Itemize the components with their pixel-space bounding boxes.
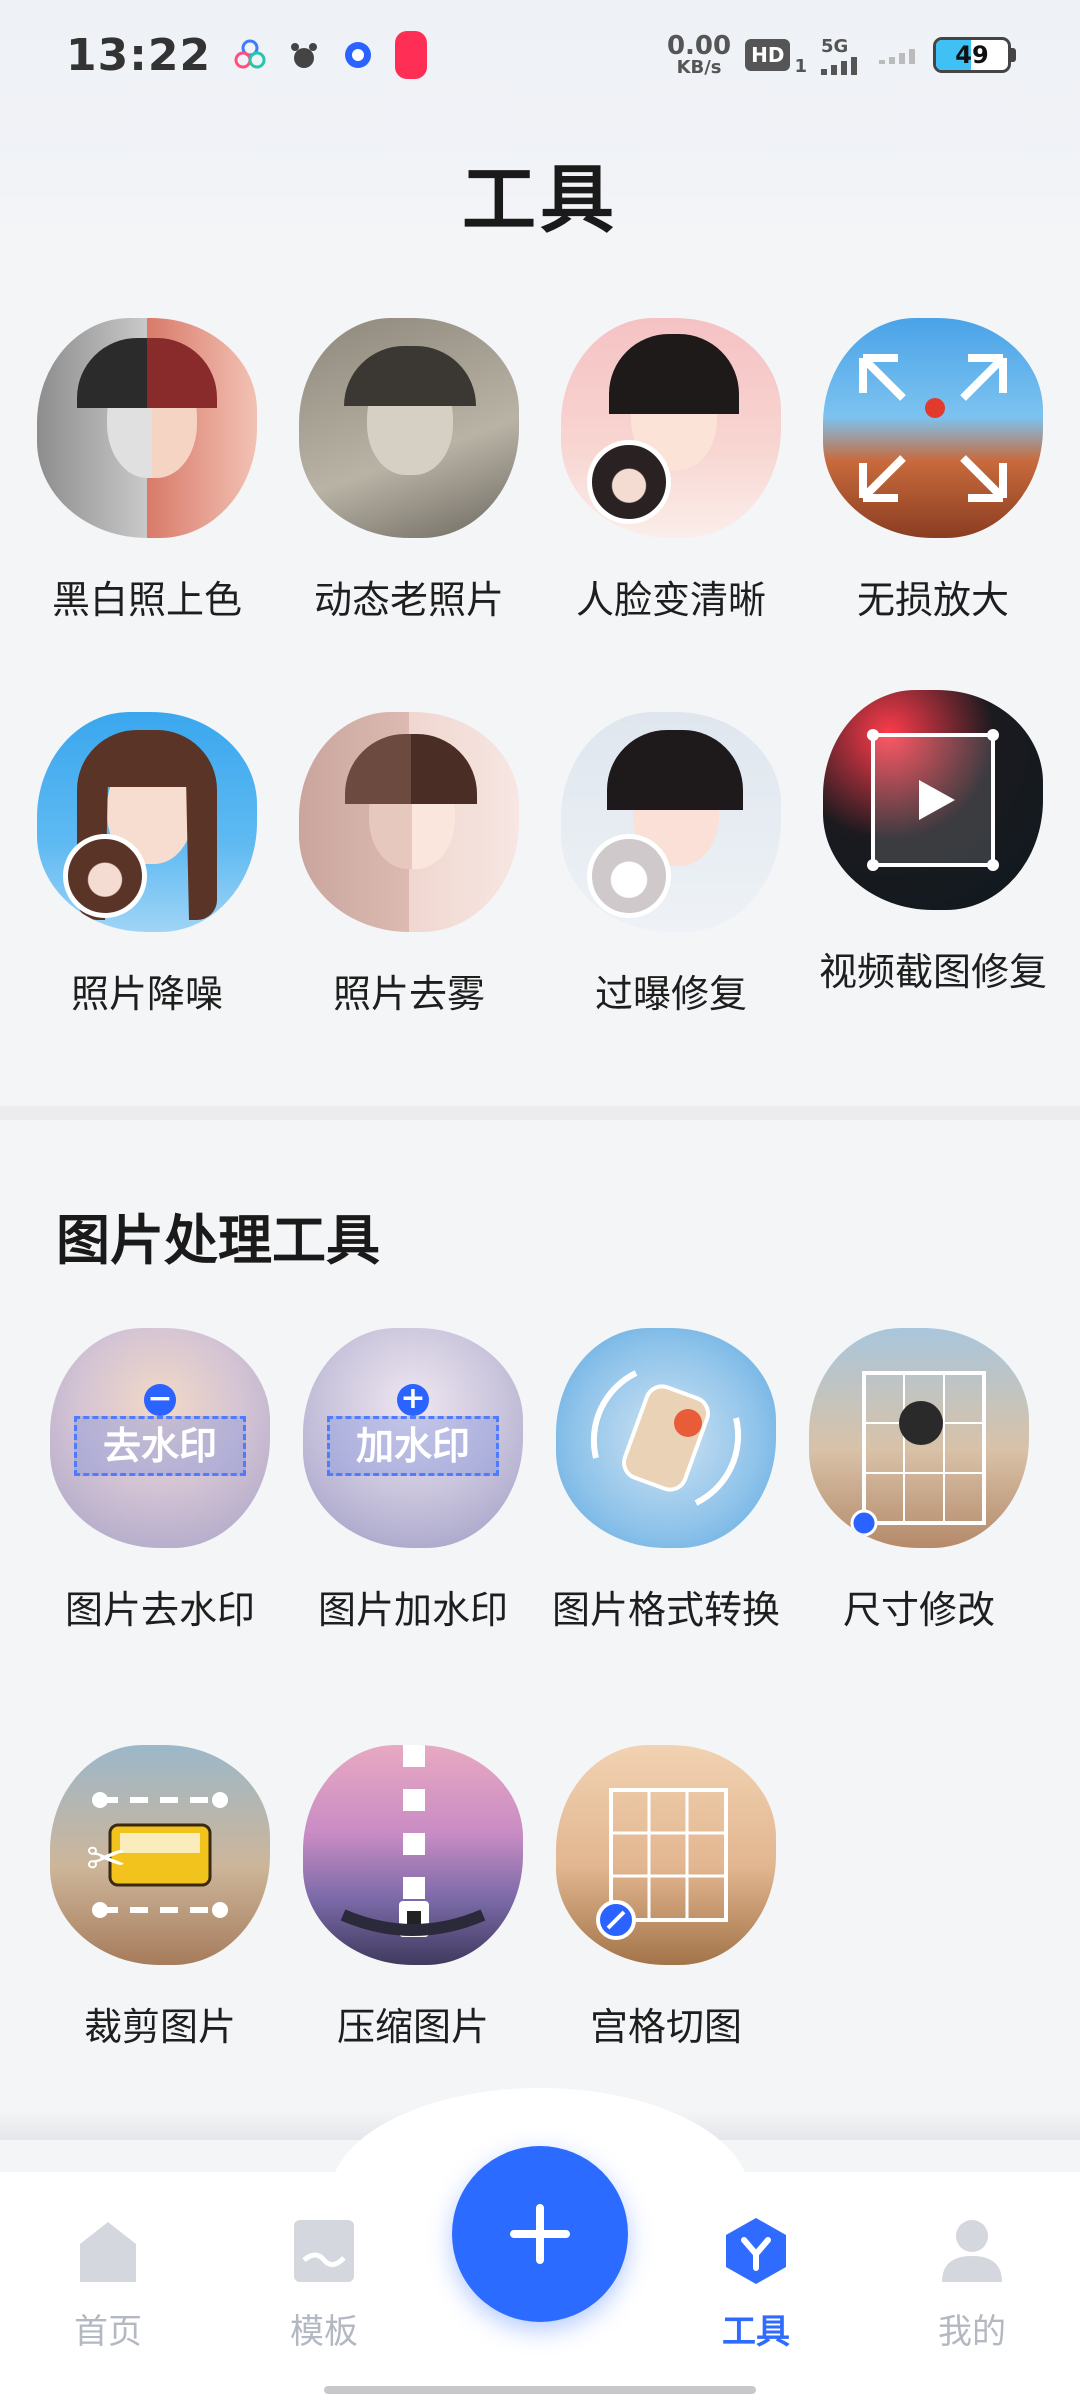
tool-overexposure[interactable]: 过曝修复	[541, 712, 801, 1018]
flower-app-icon	[234, 39, 266, 69]
watermark-overlay: 加水印	[327, 1416, 499, 1476]
network-type: 5G	[821, 35, 849, 57]
animate-photo-thumbnail	[299, 318, 519, 538]
tool-label: 尺寸修改	[842, 1588, 995, 1632]
signal-icon	[821, 56, 857, 75]
tool-colorize[interactable]: 黑白照上色	[17, 318, 277, 624]
remove-watermark-thumbnail: 去水印 −	[50, 1328, 270, 1548]
tool-remove-watermark[interactable]: 去水印 − 图片去水印	[30, 1328, 290, 1634]
tools-icon	[726, 2218, 786, 2284]
status-time: 13:22	[66, 29, 212, 81]
plus-icon	[510, 2204, 570, 2264]
add-watermark-thumbnail: 加水印 +	[303, 1328, 523, 1548]
screen-record-icon	[395, 31, 428, 79]
watermark-overlay: 去水印	[74, 1416, 246, 1476]
paw-app-icon	[291, 43, 318, 68]
tool-video-frame[interactable]: 视频截图修复	[803, 690, 1063, 996]
convert-arrows-icon	[590, 1370, 742, 1506]
video-crop-frame-icon	[867, 729, 999, 871]
template-icon	[294, 2220, 354, 2282]
nav-item-template[interactable]: 模板	[244, 2216, 404, 2353]
tool-label: 宫格切图	[589, 2005, 742, 2049]
home-icon	[80, 2222, 136, 2282]
tool-animate-photo[interactable]: 动态老照片	[279, 318, 539, 624]
minus-icon: −	[144, 1384, 176, 1416]
before-preview-badge	[63, 834, 147, 918]
tool-label: 视频截图修复	[818, 950, 1047, 994]
tool-label: 裁剪图片	[83, 2005, 236, 2049]
tool-add-watermark[interactable]: 加水印 + 图片加水印	[283, 1328, 543, 1634]
create-fab-button[interactable]	[452, 2146, 628, 2322]
tool-label: 照片去雾	[332, 972, 485, 1016]
tool-label: 图片去水印	[64, 1588, 255, 1632]
video-frame-thumbnail	[823, 690, 1043, 910]
upscale-thumbnail	[823, 318, 1043, 538]
nav-item-home[interactable]: 首页	[28, 2216, 188, 2353]
signal-group: 5G	[821, 36, 865, 75]
profile-icon	[942, 2220, 1002, 2282]
colorize-thumbnail	[37, 318, 257, 538]
tool-label: 无损放大	[856, 578, 1009, 622]
tool-label: 动态老照片	[313, 578, 504, 622]
before-preview-badge	[587, 440, 671, 524]
status-bar: 13:22 0.00 KB/s HD 1 5G 49	[0, 0, 1080, 110]
tool-label: 人脸变清晰	[575, 578, 766, 622]
denoise-thumbnail	[37, 712, 257, 932]
overexposure-thumbnail	[561, 712, 781, 932]
format-convert-thumbnail	[556, 1328, 776, 1548]
section-title: 图片处理工具	[56, 1209, 380, 1272]
tool-label: 图片加水印	[317, 1588, 508, 1632]
network-speed: 0.00 KB/s	[667, 33, 731, 77]
tool-compress[interactable]: 压缩图片	[283, 1745, 543, 2051]
home-indicator[interactable]	[324, 2386, 756, 2394]
resize-thumbnail	[809, 1328, 1029, 1548]
zipper-icon	[340, 1745, 486, 1937]
crop-thumbnail: ✂	[50, 1745, 270, 1965]
plus-badge-icon: +	[397, 1384, 429, 1416]
battery-nub	[1011, 48, 1016, 62]
before-preview-badge	[587, 834, 671, 918]
crop-frame-icon: ✂	[86, 1792, 228, 1918]
svg-text:✂: ✂	[86, 1831, 126, 1887]
system-indicators: 0.00 KB/s HD 1 5G 49	[667, 33, 1016, 77]
tool-crop[interactable]: ✂ 裁剪图片	[30, 1745, 290, 2051]
battery-icon: 49	[933, 37, 1011, 73]
battery-level: 49	[955, 41, 989, 69]
tool-label: 黑白照上色	[51, 578, 242, 622]
nav-label: 首页	[74, 2312, 142, 2352]
hd-sim-number: 1	[794, 56, 807, 77]
signal-2-icon	[879, 49, 915, 64]
expand-arrows-icon	[859, 354, 1007, 502]
hd-voice-badge: HD	[745, 39, 791, 71]
grid-cut-thumbnail	[556, 1745, 776, 1965]
tool-grid-cut[interactable]: 宫格切图	[536, 1745, 796, 2051]
tool-resize[interactable]: 尺寸修改	[789, 1328, 1049, 1634]
section-divider	[0, 1106, 1080, 1120]
compress-thumbnail	[303, 1745, 523, 1965]
face-enhance-thumbnail	[561, 318, 781, 538]
dehaze-thumbnail	[299, 712, 519, 932]
notification-icons	[233, 31, 428, 79]
tool-face-enhance[interactable]: 人脸变清晰	[541, 318, 801, 624]
nav-item-tools[interactable]: 工具	[676, 2216, 836, 2353]
battery-indicator: 49	[933, 37, 1016, 73]
tool-denoise[interactable]: 照片降噪	[17, 712, 277, 1018]
network-speed-unit: KB/s	[676, 57, 722, 78]
page-title: 工具	[462, 157, 618, 243]
tool-label: 图片格式转换	[551, 1588, 780, 1632]
resize-frame-icon	[850, 1371, 986, 1537]
nav-item-profile[interactable]: 我的	[892, 2216, 1052, 2353]
nav-label: 我的	[938, 2312, 1006, 2352]
tool-label: 过曝修复	[594, 972, 747, 1016]
tool-dehaze[interactable]: 照片去雾	[279, 712, 539, 1018]
tool-format-convert[interactable]: 图片格式转换	[536, 1328, 796, 1634]
nav-label: 模板	[290, 2312, 358, 2352]
target-app-icon	[345, 42, 372, 68]
tool-upscale[interactable]: 无损放大	[803, 318, 1063, 624]
tool-label: 压缩图片	[336, 2005, 489, 2049]
network-speed-value: 0.00	[666, 31, 732, 61]
grid-frame-icon	[596, 1788, 728, 1940]
nav-label: 工具	[722, 2312, 790, 2352]
tool-label: 照片降噪	[70, 972, 223, 1016]
